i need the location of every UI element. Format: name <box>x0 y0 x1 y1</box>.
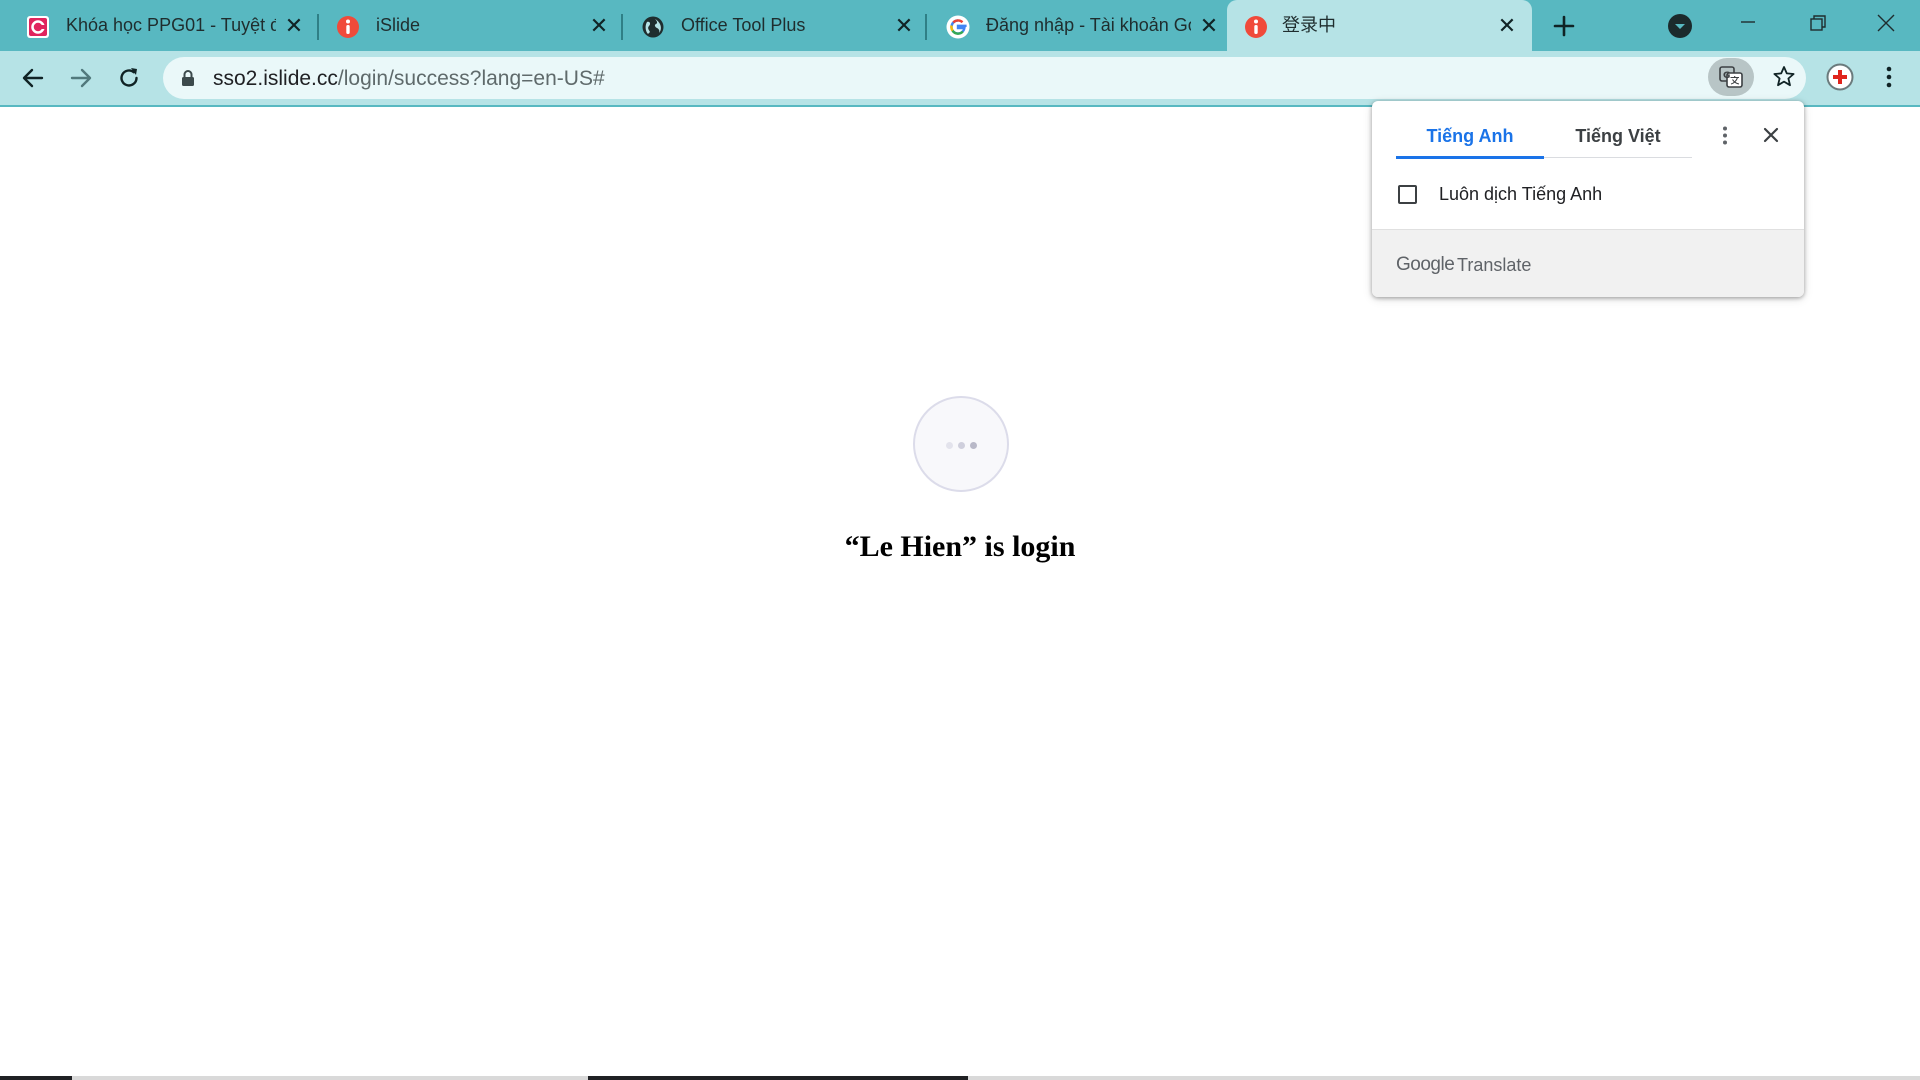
reload-icon <box>120 68 138 87</box>
selected-tab-indicator <box>1396 156 1544 159</box>
translate-page-button[interactable]: G <box>1708 58 1754 96</box>
tab-divider <box>1544 157 1692 158</box>
close-icon <box>1763 127 1779 143</box>
forward-button[interactable] <box>67 64 95 92</box>
plus-icon <box>1553 15 1575 37</box>
back-button[interactable] <box>19 64 47 92</box>
islide-icon <box>1244 15 1268 39</box>
extension-button[interactable] <box>1825 62 1855 92</box>
globe-icon <box>641 15 665 39</box>
tab-google-login[interactable]: Đăng nhập - Tài khoản Go ✕ <box>920 0 1225 51</box>
tab-khoa-hoc[interactable]: Khóa học PPG01 - Tuyệt đ ✕ <box>0 0 310 51</box>
svg-text:G: G <box>1723 71 1730 81</box>
tab-title: iSlide <box>376 15 421 35</box>
translate-footer: Google Translate <box>1372 229 1804 297</box>
reload-button[interactable] <box>115 64 143 92</box>
arrow-right-icon <box>70 68 92 88</box>
tab-title: Đăng nhập - Tài khoản Go <box>986 15 1191 35</box>
bottom-segment <box>588 1076 968 1080</box>
translate-product-label: Translate <box>1457 255 1532 275</box>
tab-title: Office Tool Plus <box>681 15 806 35</box>
close-icon[interactable]: ✕ <box>588 15 610 37</box>
more-vertical-icon <box>1886 66 1892 88</box>
islide-icon <box>336 15 360 39</box>
close-icon[interactable]: ✕ <box>893 15 915 37</box>
bottom-segment <box>0 1076 72 1080</box>
translate-popup: Tiếng Anh Tiếng Việt Luôn dịch Tiếng Anh… <box>1372 101 1804 297</box>
address-bar[interactable]: sso2.islide.cc/login/success?lang=en-US#… <box>163 57 1806 99</box>
close-icon[interactable]: ✕ <box>1496 15 1518 37</box>
close-icon[interactable]: ✕ <box>283 15 305 37</box>
minimize-icon <box>1741 21 1755 23</box>
browser-toolbar: sso2.islide.cc/login/success?lang=en-US#… <box>0 51 1920 107</box>
translate-icon: G <box>1719 66 1743 88</box>
loading-spinner <box>913 396 1009 492</box>
arrow-left-icon <box>22 68 44 88</box>
lock-icon[interactable] <box>181 70 195 86</box>
close-icon[interactable]: ✕ <box>1198 15 1220 37</box>
translate-close-button[interactable] <box>1756 121 1786 151</box>
login-status-message: “Le Hien” is login <box>844 530 1076 563</box>
tab-islide[interactable]: iSlide ✕ <box>310 0 615 51</box>
tab-office-tool-plus[interactable]: Office Tool Plus ✕ <box>615 0 920 51</box>
chevron-down-icon <box>1675 24 1685 29</box>
ppg-logo-icon <box>26 15 50 39</box>
tab-active-login[interactable]: 登录中 ✕ <box>1227 0 1532 51</box>
red-cross-extension-icon <box>1826 63 1854 91</box>
tab-strip: Khóa học PPG01 - Tuyệt đ ✕ iSlide ✕ Offi… <box>0 0 1920 51</box>
always-translate-label[interactable]: Luôn dịch Tiếng Anh <box>1439 183 1602 205</box>
bookmark-button[interactable] <box>1770 63 1798 91</box>
spinner-dot <box>946 442 953 449</box>
tab-source-language[interactable]: Tiếng Anh <box>1396 125 1544 147</box>
browser-menu-button[interactable] <box>1874 62 1904 92</box>
google-g-icon <box>946 15 970 39</box>
translate-options-button[interactable] <box>1710 121 1740 151</box>
close-icon <box>1877 14 1895 32</box>
url-host: sso2.islide.cc <box>213 67 338 90</box>
tab-search-button[interactable] <box>1668 14 1692 38</box>
url-text[interactable]: sso2.islide.cc/login/success?lang=en-US# <box>213 67 605 91</box>
window-close-button[interactable] <box>1871 10 1901 40</box>
google-logo: Google <box>1396 254 1455 275</box>
restore-icon <box>1810 15 1826 31</box>
always-translate-checkbox[interactable] <box>1398 185 1417 204</box>
tab-title: Khóa học PPG01 - Tuyệt đ <box>66 15 276 35</box>
tab-target-language[interactable]: Tiếng Việt <box>1544 125 1692 147</box>
spinner-dot <box>970 442 977 449</box>
spinner-dot <box>958 442 965 449</box>
minimize-button[interactable] <box>1733 10 1763 40</box>
more-vertical-icon <box>1723 126 1727 145</box>
restore-button[interactable] <box>1802 10 1832 40</box>
url-path: /login/success?lang=en-US# <box>337 67 605 90</box>
tab-title: 登录中 <box>1282 15 1336 35</box>
bottom-border <box>0 1076 1920 1080</box>
star-icon <box>1773 66 1795 87</box>
new-tab-button[interactable] <box>1550 12 1578 40</box>
